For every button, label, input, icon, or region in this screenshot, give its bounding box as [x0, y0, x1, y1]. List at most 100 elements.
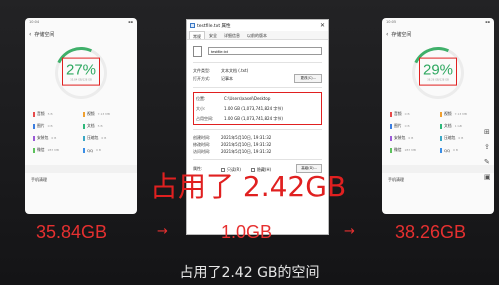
legend-item: 压缩包 0 B [83, 135, 129, 141]
legend-item: 音频 0 B [390, 111, 436, 117]
legend-swatch [390, 111, 392, 117]
legend-size: 7.13 MB [454, 112, 467, 116]
storage-ring: 29% 38.26 GB/128 GB [382, 41, 494, 105]
crop-icon[interactable]: ⊞ [484, 128, 492, 136]
disk-size-value: 1.00 GB (1,073,741,824 字节) [224, 115, 283, 121]
disk-size-label: 占用空间: [196, 115, 214, 121]
dialog-titlebar: testfile.txt 属性 ✕ [187, 20, 328, 31]
legend-item: 微信 287 MB [33, 147, 79, 153]
divider [382, 165, 494, 173]
legend-item: 安装包 0 B [33, 135, 79, 141]
share-icon[interactable]: ⇪ [484, 143, 492, 151]
page-header: ‹ 存储空间 [382, 27, 494, 41]
created-label: 创建时间: [193, 134, 211, 140]
delete-icon[interactable]: ▣ [484, 173, 492, 181]
legend-size: 1 GB [454, 124, 462, 128]
legend-swatch [390, 135, 392, 141]
legend-swatch [440, 147, 442, 153]
file-name-field[interactable] [208, 47, 322, 55]
legend-item: QQ 0 B [440, 147, 486, 153]
legend-swatch [33, 111, 35, 117]
edit-icon[interactable]: ✎ [484, 158, 492, 166]
type-value: 文本文档 (.txt) [221, 67, 249, 73]
page-header: ‹ 存储空间 [25, 27, 137, 41]
arrow-right-icon: → [157, 224, 168, 239]
legend-swatch [33, 123, 35, 129]
legend-label: 音频 [37, 111, 45, 116]
legend-label: 文档 [87, 123, 95, 128]
legend-item: 视频 7.13 MB [440, 111, 486, 117]
status-time: 10:05 [386, 20, 397, 24]
legend-size: 7.13 MB [97, 112, 110, 116]
legend-swatch [390, 147, 392, 153]
legend-size: 0 B [452, 148, 458, 152]
legend-item: 图片 0 B [390, 123, 436, 129]
location-value: C:\Users\xasel\Desktop [224, 96, 271, 101]
usage-detail: 38.26 GB/128 GB [427, 78, 449, 82]
back-arrow-icon[interactable]: ‹ [386, 31, 388, 38]
close-icon[interactable]: ✕ [320, 22, 325, 29]
change-button[interactable]: 更改(C)... [294, 74, 322, 83]
legend-label: 文档 [444, 123, 452, 128]
created-value: 2021年5月10日, 19:31:32 [221, 134, 272, 140]
legend-label: 图片 [37, 123, 45, 128]
legend-size: 0 B [404, 124, 410, 128]
legend-swatch [83, 147, 85, 153]
size-highlight-box: 位置: C:\Users\xasel\Desktop 大小: 1.00 GB (1,… [193, 92, 322, 125]
document-icon [193, 45, 202, 57]
highlight-box: 29% 38.26 GB/128 GB [419, 57, 457, 86]
legend-swatch [33, 147, 35, 153]
cleanup-row[interactable]: 手机清理 [382, 173, 494, 187]
legend-size: 5 B [47, 112, 53, 116]
legend-swatch [440, 111, 442, 117]
legend-size: 0 B [101, 136, 107, 140]
legend-item: 安装包 0 B [390, 135, 436, 141]
legend-swatch [33, 135, 35, 141]
legend-size: 0 B [404, 112, 410, 116]
legend-size: 5 B [97, 124, 103, 128]
dialog-tabs: 常规 安全 详细信息 以前的版本 [187, 31, 328, 40]
file-size: 1.0GB [221, 222, 273, 242]
legend-label: 压缩包 [87, 135, 99, 140]
legend-size: 0 B [458, 136, 464, 140]
legend-label: 视频 [444, 111, 452, 116]
cleanup-row[interactable]: 手机清理 [25, 173, 137, 187]
legend-item: 微信 287 MB [390, 147, 436, 153]
status-icons: ▪▪ [485, 20, 490, 24]
legend-label: 微信 [394, 147, 402, 152]
legend-label: 图片 [394, 123, 402, 128]
type-label: 文件类型: [193, 67, 211, 73]
legend-size: 287 MB [47, 148, 59, 152]
arrow-right-icon: → [344, 224, 355, 239]
status-bar: 10:05 ▪▪ [382, 18, 494, 27]
legend-label: 微信 [37, 147, 45, 152]
video-subtitle: 占用了2.42 GB的空间 [179, 265, 320, 281]
legend-swatch [83, 135, 85, 141]
storage-ring: 27% 35.84 GB/128 GB [25, 41, 137, 105]
legend-size: 287 MB [404, 148, 416, 152]
legend-label: QQ [87, 147, 93, 153]
tab-previous-versions[interactable]: 以前的版本 [244, 31, 270, 39]
category-legend: 音频 5 B 视频 7.13 MB 图片 0 B 文档 5 B 安装包 0 B 压缩包 0 B 微信 28… [25, 105, 137, 159]
before-size: 35.84GB [36, 222, 108, 242]
legend-label: 安装包 [37, 135, 49, 140]
legend-item: QQ 0 B [83, 147, 129, 153]
legend-swatch [83, 111, 85, 117]
legend-label: 压缩包 [444, 135, 456, 140]
divider [25, 165, 137, 173]
tab-general[interactable]: 常规 [189, 31, 205, 39]
modified-value: 2021年5月10日, 19:31:32 [221, 141, 272, 147]
open-with-label: 打开方式: [193, 75, 211, 81]
back-arrow-icon[interactable]: ‹ [29, 31, 31, 38]
tab-security[interactable]: 安全 [206, 31, 220, 39]
legend-item: 视频 7.13 MB [83, 111, 129, 117]
legend-item: 压缩包 0 B [440, 135, 486, 141]
video-frame: 10:04 ▪▪ ‹ 存储空间 27% 35.84 GB/128 GB 音频 5 … [0, 0, 499, 285]
legend-label: 视频 [87, 111, 95, 116]
legend-size: 0 B [47, 124, 53, 128]
tab-details[interactable]: 详细信息 [221, 31, 243, 39]
size-value: 1.00 GB (1,073,741,824 字节) [224, 105, 283, 111]
headline-caption: 占用了 2.42GB [150, 170, 347, 203]
usage-percent: 29% [422, 61, 454, 79]
legend-label: 音频 [394, 111, 402, 116]
